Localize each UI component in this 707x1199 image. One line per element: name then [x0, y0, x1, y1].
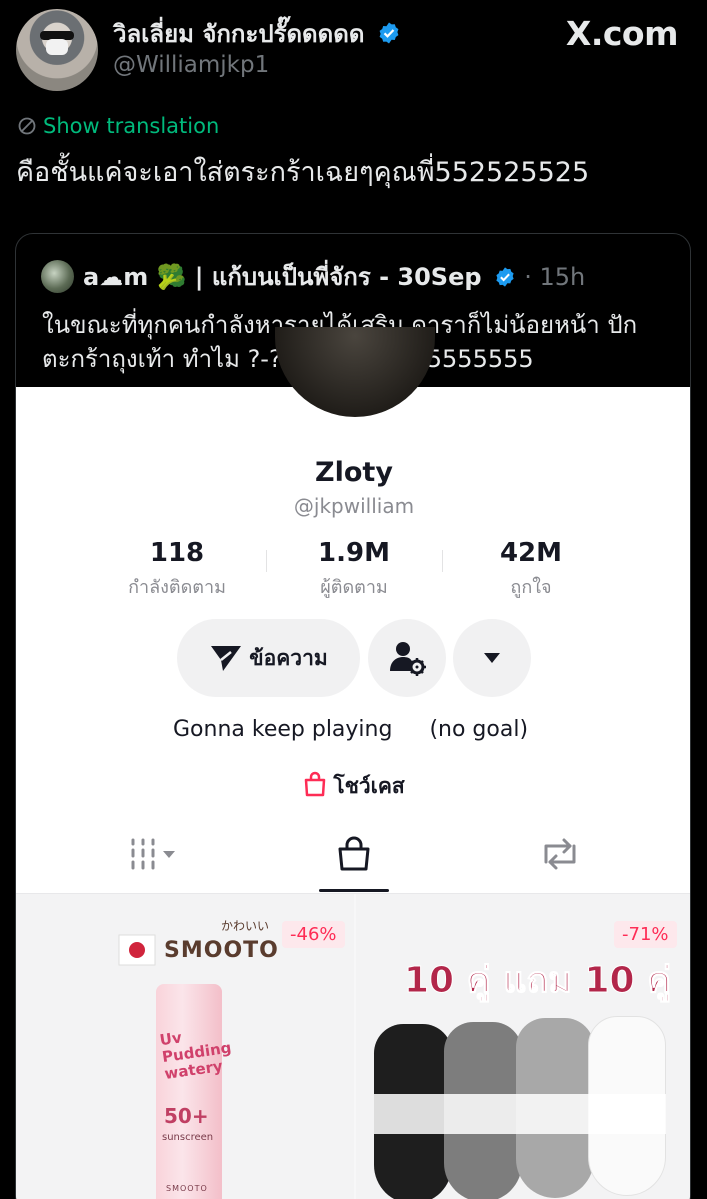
author-handle[interactable]: @Williamjkp1	[113, 52, 269, 78]
product-card-sunscreen[interactable]: -46% かわいい SMOOTO Uv Pudding watery 50+ s…	[16, 894, 354, 1199]
stat-value: 42M	[499, 538, 563, 568]
message-button[interactable]: ข้อความ	[177, 619, 360, 697]
verified-badge-icon	[379, 22, 399, 44]
tab-active-indicator	[319, 889, 389, 892]
quote-author-line[interactable]: a☁m 🥦 | แก้บนเป็นพี่จักร - 30Sep · 15h	[83, 257, 585, 296]
discount-badge: -71%	[614, 921, 677, 948]
embedded-profile-screenshot: Zloty @jkpwilliam 118 กำลังติดตาม 1.9M ผ…	[16, 327, 690, 1199]
profile-bio: Gonna keep playing (no goal)	[173, 717, 528, 742]
tube-product-name: Uv Pudding watery	[158, 1028, 233, 1083]
tube-spf: 50+	[164, 1104, 209, 1128]
tab-shop[interactable]	[336, 836, 372, 876]
send-icon	[211, 646, 242, 671]
stat-followers: 1.9M ผู้ติดตาม	[274, 538, 434, 601]
tube-brand: SMOOTO	[166, 1184, 208, 1193]
avatar-mask	[46, 39, 68, 55]
showcase-label: โชว์เคส	[333, 774, 405, 798]
x-logo: X.com	[565, 14, 679, 53]
stat-label: ผู้ติดตาม	[320, 577, 388, 598]
author-display-name[interactable]: วิลเลี่ยม จักกะปรั๊ดดดดด	[113, 14, 401, 53]
quote-author-avatar[interactable]	[41, 260, 74, 293]
quoted-tweet-card[interactable]: a☁m 🥦 | แก้บนเป็นพี่จักร - 30Sep · 15h ใ…	[15, 233, 691, 1199]
brand-subtitle: かわいい	[221, 919, 270, 933]
tweet-text: คือชั้นแค่จะเอาใส่ตระกร้าเฉยๆคุณพี่55252…	[16, 157, 590, 188]
showcase-link[interactable]: โชว์เคส	[16, 770, 690, 803]
japan-flag-icon	[118, 934, 156, 966]
tab-reposts[interactable]	[540, 836, 580, 876]
shopping-bag-icon	[338, 836, 370, 871]
caret-down-icon	[484, 653, 500, 663]
translate-icon	[18, 117, 36, 135]
quote-timestamp: · 15h	[524, 263, 586, 291]
tube-type: sunscreen	[162, 1132, 214, 1143]
stat-label: ถูกใจ	[510, 577, 552, 598]
quote-author-name: a☁m 🥦 | แก้บนเป็นพี่จักร - 30Sep	[83, 263, 482, 291]
verified-badge-icon	[496, 267, 514, 287]
profile-avatar	[275, 327, 435, 417]
stat-value: 1.9M	[318, 538, 390, 568]
profile-handle: @jkpwilliam	[293, 494, 415, 518]
grid-menu-icon	[131, 838, 175, 870]
stat-label: กำลังติดตาม	[128, 577, 226, 598]
stat-divider	[266, 550, 267, 572]
stat-likes: 42M ถูกใจ	[451, 538, 611, 601]
stat-divider	[442, 550, 443, 572]
tab-videos[interactable]	[129, 836, 179, 876]
author-avatar[interactable]	[16, 9, 98, 91]
brand-logo: SMOOTO	[164, 938, 279, 963]
stat-value: 118	[149, 538, 205, 568]
shopping-bag-icon	[305, 771, 326, 797]
repost-icon	[544, 838, 576, 870]
discount-badge: -46%	[282, 921, 345, 948]
product-card-socks[interactable]: -71% 10 คู่ แถม 10 คู่	[356, 894, 690, 1199]
message-button-label: ข้อความ	[249, 645, 328, 670]
bio-text-secondary: (no goal)	[429, 717, 529, 742]
author-name-text: วิลเลี่ยม จักกะปรั๊ดดดดด	[113, 20, 365, 48]
user-settings-icon	[390, 642, 426, 676]
show-translation-link[interactable]: Show translation	[17, 114, 219, 138]
show-translation-label: Show translation	[43, 114, 220, 138]
sock-band	[374, 1094, 666, 1134]
sunscreen-tube-image: Uv Pudding watery 50+ sunscreen SMOOTO	[156, 984, 233, 1199]
profile-name: Zloty	[315, 457, 393, 488]
more-dropdown-button[interactable]	[453, 619, 531, 697]
bio-text: Gonna keep playing	[173, 717, 393, 742]
add-friend-settings-button[interactable]	[368, 619, 446, 697]
product-grid: -46% かわいい SMOOTO Uv Pudding watery 50+ s…	[16, 894, 690, 1199]
promo-text: 10 คู่ แถม 10 คู่	[403, 960, 672, 1002]
stat-following: 118 กำลังติดตาม	[97, 538, 257, 601]
